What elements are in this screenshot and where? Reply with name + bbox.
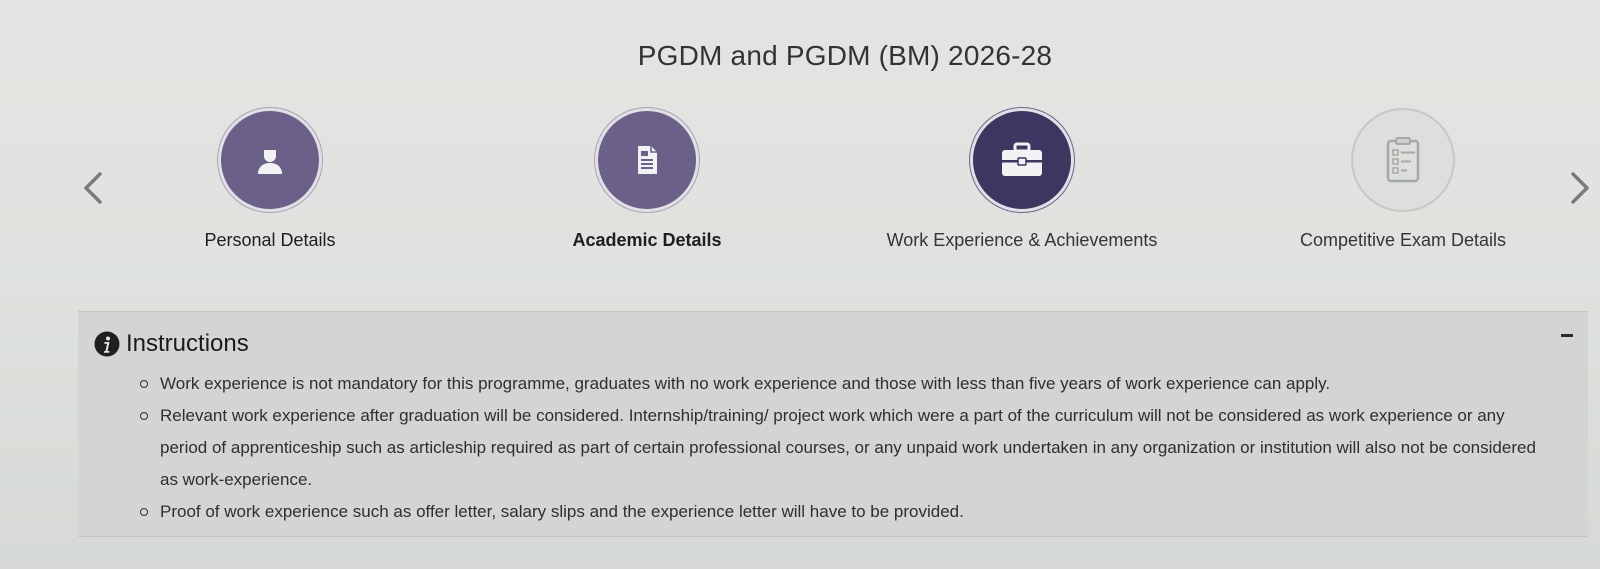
briefcase-icon	[1002, 142, 1042, 176]
step-circle-personal[interactable]	[218, 108, 322, 212]
instructions-title: Instructions	[126, 330, 249, 357]
instruction-text: Work experience is not mandatory for thi…	[160, 374, 1331, 393]
bullet-icon	[140, 412, 148, 420]
step-work-experience[interactable]: Work Experience & Achievements	[862, 108, 1182, 251]
document-icon	[638, 146, 657, 174]
step-label-exam: Competitive Exam Details	[1299, 230, 1507, 250]
collapse-button[interactable]	[1558, 326, 1576, 344]
application-page: PGDM and PGDM (BM) 2026-28 Personal Deta…	[0, 0, 1600, 569]
step-label-academic: Academic Details	[572, 230, 722, 250]
step-circle-exam[interactable]	[1351, 108, 1455, 212]
instructions-list: Work experience is not mandatory for thi…	[140, 368, 1540, 528]
chevron-left-icon	[84, 172, 102, 204]
next-arrow-button[interactable]	[1565, 168, 1595, 208]
chevron-right-icon	[1571, 172, 1589, 204]
step-competitive-exam[interactable]: Competitive Exam Details	[1243, 108, 1563, 251]
step-label-personal: Personal Details	[204, 230, 336, 250]
info-icon	[94, 331, 120, 357]
step-personal-details[interactable]: Personal Details	[110, 108, 430, 251]
bullet-icon	[140, 380, 148, 388]
bullet-icon	[140, 508, 148, 516]
user-icon	[258, 150, 282, 174]
step-academic-details[interactable]: Academic Details	[487, 108, 807, 251]
instruction-item: Proof of work experience such as offer l…	[140, 496, 1540, 528]
instruction-text: Relevant work experience after graduatio…	[160, 406, 1536, 489]
step-circle-academic[interactable]	[595, 108, 699, 212]
instruction-item: Work experience is not mandatory for thi…	[140, 368, 1540, 400]
step-circle-work[interactable]	[970, 108, 1074, 212]
instructions-header: Instructions	[94, 330, 249, 358]
prev-arrow-button[interactable]	[78, 168, 108, 208]
clipboard-checklist-icon	[1386, 137, 1420, 183]
minus-icon	[1561, 333, 1573, 337]
page-title: PGDM and PGDM (BM) 2026-28	[637, 40, 1053, 71]
step-label-work: Work Experience & Achievements	[886, 230, 1158, 250]
instruction-text: Proof of work experience such as offer l…	[160, 502, 964, 521]
instructions-panel: Instructions Work experience is not mand…	[78, 311, 1588, 537]
instruction-item: Relevant work experience after graduatio…	[140, 400, 1540, 496]
